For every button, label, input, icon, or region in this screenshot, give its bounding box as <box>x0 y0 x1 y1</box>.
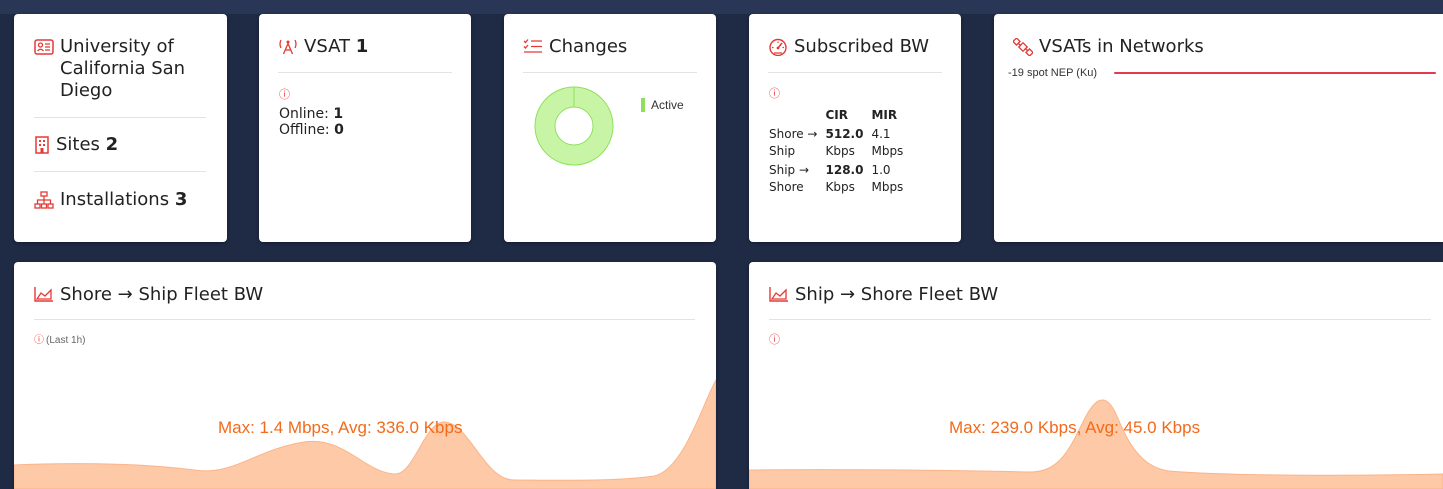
area-chart-icon <box>769 286 789 302</box>
divider <box>278 72 452 73</box>
vsat-count: 1 <box>355 36 369 57</box>
online-value: 1 <box>333 106 344 122</box>
top-bar <box>0 0 1443 14</box>
org-card: University of California San Diego Sites… <box>14 14 227 242</box>
row-label: Shore → Ship <box>769 127 818 158</box>
vsats-networks-card: VSATs in Networks -19 spot NEP (Ku) <box>994 14 1443 242</box>
sites-label: Sites <box>56 134 100 155</box>
divider <box>769 319 1431 320</box>
changes-title: Changes <box>549 36 628 57</box>
bandwidth-table: CIR MIR Shore → Ship 512.0 Kbps 4.1 Mbps Sh… <box>769 107 911 198</box>
period-label: (Last 1h) <box>46 335 86 346</box>
sites-count: 2 <box>105 134 119 155</box>
table-header-mir: MIR <box>871 108 898 122</box>
satellite-dish-icon <box>278 37 298 55</box>
mir-cell: 4.1 Mbps <box>871 127 904 158</box>
ship-shore-summary: Max: 239.0 Kbps, Avg: 45.0 Kbps <box>949 418 1201 437</box>
area-series <box>749 399 1443 489</box>
org-header: University of California San Diego <box>34 36 219 102</box>
subscribed-header: Subscribed BW <box>768 36 929 58</box>
changes-donut-chart <box>534 86 614 166</box>
speedometer-icon <box>768 38 788 56</box>
divider <box>768 72 942 73</box>
cir-cell: 128.0 Kbps <box>825 163 864 194</box>
donut-legend: Active <box>641 98 684 112</box>
divider <box>34 171 206 172</box>
shore-ship-title: Shore → Ship Fleet BW <box>60 284 264 305</box>
legend-label: Active <box>651 98 684 112</box>
vsat-title: VSAT <box>304 36 350 57</box>
ship-shore-bw-card: Ship → Shore Fleet BW ⓘ Max: 239.0 Kbps,… <box>749 262 1443 489</box>
offline-status: Offline: 0 <box>279 122 344 138</box>
subscribed-title: Subscribed BW <box>794 36 930 57</box>
checklist-icon <box>523 38 543 54</box>
table-row-ship-shore: Ship → Shore 128.0 Kbps 1.0 Mbps <box>769 162 911 198</box>
online-label: Online: <box>279 106 329 122</box>
changes-header: Changes <box>523 36 627 58</box>
info-icon[interactable]: ⓘ <box>279 86 290 102</box>
networks-title: VSATs in Networks <box>1039 36 1204 57</box>
org-name: University of California San Diego <box>60 36 186 101</box>
divider <box>34 319 695 320</box>
legend-swatch <box>641 98 645 112</box>
row-label: Ship → Shore <box>769 163 810 194</box>
networks-header: VSATs in Networks <box>1013 36 1204 58</box>
info-icon[interactable]: ⓘ <box>34 335 44 346</box>
changes-card: Changes Active <box>504 14 716 242</box>
mir-cell: 1.0 Mbps <box>871 163 904 194</box>
info-icon[interactable]: ⓘ <box>769 85 780 101</box>
network-bar-label: -19 spot NEP (Ku) <box>1008 67 1098 79</box>
info-icon[interactable]: ⓘ <box>769 331 780 347</box>
shore-ship-bw-card: Shore → Ship Fleet BW ⓘ (Last 1h) Max: 1.… <box>14 262 716 489</box>
donut-outline-inner <box>554 106 594 146</box>
building-icon <box>34 136 50 154</box>
offline-value: 0 <box>334 122 344 138</box>
divider <box>34 117 206 118</box>
online-status: Online: 1 <box>279 106 343 122</box>
satellite-icon <box>1013 38 1033 56</box>
ship-shore-header: Ship → Shore Fleet BW <box>769 284 998 306</box>
area-chart-icon <box>34 286 54 302</box>
info-period: ⓘ (Last 1h) <box>34 331 85 346</box>
subscribed-bw-card: Subscribed BW ⓘ CIR MIR Shore → Ship 512.… <box>749 14 961 242</box>
cir-cell: 512.0 Kbps <box>825 127 864 158</box>
table-row-shore-ship: Shore → Ship 512.0 Kbps 4.1 Mbps <box>769 126 911 162</box>
table-header-row: CIR MIR <box>769 107 911 126</box>
installations-label: Installations <box>60 189 170 210</box>
ship-shore-title: Ship → Shore Fleet BW <box>795 284 999 305</box>
table-header-cir: CIR <box>825 108 849 122</box>
offline-label: Offline: <box>279 122 330 138</box>
vsat-header: VSAT 1 <box>278 36 368 58</box>
vsat-card: VSAT 1 ⓘ Online: 1 Offline: 0 <box>259 14 471 242</box>
shore-ship-header: Shore → Ship Fleet BW <box>34 284 263 306</box>
shore-ship-summary: Max: 1.4 Mbps, Avg: 336.0 Kbps <box>218 418 463 437</box>
id-card-icon <box>34 39 54 55</box>
table-header-blank <box>769 107 826 126</box>
network-bar[interactable] <box>1114 72 1436 74</box>
divider <box>523 72 697 73</box>
sitemap-icon <box>34 191 54 209</box>
installations-count: 3 <box>174 189 188 210</box>
installations-link[interactable]: Installations 3 <box>34 189 187 211</box>
sites-link[interactable]: Sites 2 <box>34 134 118 156</box>
